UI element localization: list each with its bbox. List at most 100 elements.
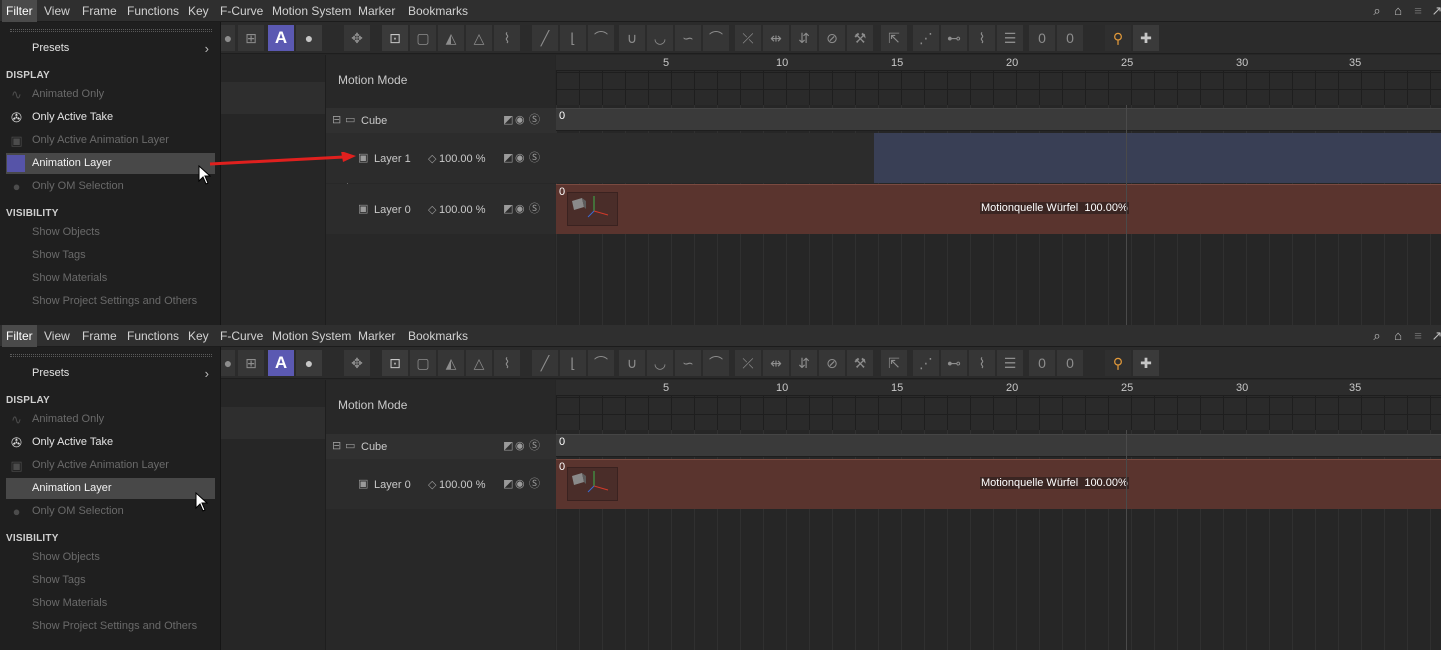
frame-selected-icon[interactable]: ▢	[410, 350, 436, 376]
layer0-weight[interactable]: 100.00 %	[439, 478, 485, 492]
ease-in-out-icon[interactable]: ∪	[619, 25, 645, 51]
key-lines-icon[interactable]: ☰	[997, 350, 1023, 376]
solo-icon[interactable]: Ⓢ	[529, 151, 540, 165]
menu-f-curve[interactable]: F-Curve	[216, 0, 267, 22]
timeline-area[interactable]: 5 10 15 20 25 30 35 0 0 Motionquelle Wür…	[556, 380, 1441, 650]
break-tangent-icon[interactable]: ⤫	[735, 25, 761, 51]
unify-icon[interactable]: ⊘	[819, 25, 845, 51]
tree-row-cube[interactable]: ⊟ ▭ Cube ◩ ◉ Ⓢ	[326, 434, 556, 459]
eraser-icon[interactable]: ◭	[438, 25, 464, 51]
track-layer0[interactable]: 0 Motionquelle Würfel 100.00%	[556, 184, 1441, 234]
lock-value-icon[interactable]: ⇵	[791, 350, 817, 376]
hammer-icon[interactable]: ⚒	[847, 350, 873, 376]
lock-tangent-icon[interactable]: ⇹	[763, 25, 789, 51]
collapse-icon[interactable]: ⊟	[332, 113, 341, 127]
collapse-icon[interactable]: ⊟	[332, 439, 341, 453]
track-cube[interactable]: 0	[556, 434, 1441, 457]
edit-icon[interactable]: ◩	[503, 113, 513, 127]
menu-marker[interactable]: Marker	[354, 325, 399, 347]
step-curve-icon[interactable]: ⌊	[560, 25, 586, 51]
filter-icon[interactable]: ≡	[1410, 3, 1426, 19]
edit-icon[interactable]: ◩	[503, 439, 513, 453]
unify-icon[interactable]: ⊘	[819, 350, 845, 376]
menu-functions[interactable]: Functions	[123, 0, 183, 22]
triangle-icon[interactable]: △	[466, 350, 492, 376]
home-icon[interactable]: ⌂	[1390, 328, 1406, 344]
track-layer1[interactable]	[556, 133, 1441, 183]
hammer-icon[interactable]: ⚒	[847, 25, 873, 51]
hierarchy-icon[interactable]: ⊞	[238, 25, 264, 51]
menu-motion-system[interactable]: Motion System	[268, 325, 355, 347]
frame-all-icon[interactable]: ⊡	[382, 350, 408, 376]
move-icon[interactable]: ✥	[344, 25, 370, 51]
ease-in-icon[interactable]: ⌒	[703, 350, 729, 376]
menu-item-only-active-take[interactable]: ✇ Only Active Take	[6, 107, 215, 128]
menu-item-show-materials[interactable]: Show Materials	[6, 593, 215, 614]
menu-f-curve[interactable]: F-Curve	[216, 325, 267, 347]
new-window-icon[interactable]: ↗	[1429, 328, 1441, 344]
menu-filter[interactable]: Filter	[2, 325, 37, 347]
menu-view[interactable]: View	[40, 325, 74, 347]
zero-length-icon[interactable]: 0	[1057, 350, 1083, 376]
sphere-icon[interactable]: ●	[221, 25, 235, 51]
menu-item-only-active-take[interactable]: ✇ Only Active Take	[6, 432, 215, 453]
ease-curve-icon[interactable]: ⌒	[588, 350, 614, 376]
menu-item-show-tags[interactable]: Show Tags	[6, 570, 215, 591]
break-tangent-icon[interactable]: ⤫	[735, 350, 761, 376]
menu-item-presets[interactable]: Presets ›	[6, 363, 215, 384]
edit-icon[interactable]: ◩	[503, 202, 513, 216]
search-icon[interactable]: ⌕	[1369, 3, 1385, 19]
layer1-band[interactable]	[874, 133, 1441, 183]
key-reduce-icon[interactable]: ⋰	[913, 350, 939, 376]
hierarchy-icon[interactable]: ⊞	[238, 350, 264, 376]
zero-length-icon[interactable]: 0	[1057, 25, 1083, 51]
frame-all-icon[interactable]: ⊡	[382, 25, 408, 51]
menu-bookmarks[interactable]: Bookmarks	[404, 325, 472, 347]
menu-key[interactable]: Key	[184, 0, 213, 22]
key-range-icon[interactable]: ⊷	[941, 350, 967, 376]
add-marker-icon[interactable]: ✚	[1133, 350, 1159, 376]
ease-in-icon[interactable]: ⌒	[703, 25, 729, 51]
search-icon[interactable]: ⌕	[1369, 328, 1385, 344]
menu-item-presets[interactable]: Presets ›	[6, 38, 215, 59]
solo-icon[interactable]: Ⓢ	[529, 439, 540, 453]
menu-item-only-active-animation-layer[interactable]: ▣ Only Active Animation Layer	[6, 130, 215, 151]
menu-item-animated-only[interactable]: ∿ Animated Only	[6, 409, 215, 430]
frame-selected-icon[interactable]: ▢	[410, 25, 436, 51]
menu-item-show-project-settings[interactable]: Show Project Settings and Others	[6, 616, 215, 637]
spline-icon[interactable]: ∽	[675, 350, 701, 376]
animation-mode-a-button[interactable]: A	[268, 25, 294, 51]
clip-label[interactable]: Motionquelle Würfel 100.00%	[980, 477, 1129, 489]
menu-item-only-om-selection[interactable]: ● Only OM Selection	[6, 176, 215, 197]
tree-row-layer1[interactable]: ▣ Layer 1 ◇ 100.00 % ◩ ◉ Ⓢ	[326, 133, 556, 183]
menu-motion-system[interactable]: Motion System	[268, 0, 355, 22]
broom-icon[interactable]: ⌇	[494, 25, 520, 51]
track-layer0[interactable]: 0 Motionquelle Würfel 100.00%	[556, 459, 1441, 509]
linear-curve-icon[interactable]: ╱	[532, 350, 558, 376]
menu-bookmarks[interactable]: Bookmarks	[404, 0, 472, 22]
add-marker-icon[interactable]: ✚	[1133, 25, 1159, 51]
solo-icon[interactable]: Ⓢ	[529, 477, 540, 491]
key-lines-icon[interactable]: ☰	[997, 25, 1023, 51]
tear-off-grip[interactable]	[10, 29, 212, 32]
layer1-weight[interactable]: 100.00 %	[439, 152, 485, 166]
menu-item-animation-layer[interactable]: Animation Layer	[6, 153, 215, 174]
visibility-eye-icon[interactable]: ◉	[515, 151, 525, 165]
menu-marker[interactable]: Marker	[354, 0, 399, 22]
menu-frame[interactable]: Frame	[78, 0, 121, 22]
menu-item-show-project-settings[interactable]: Show Project Settings and Others	[6, 291, 215, 312]
linear-curve-icon[interactable]: ╱	[532, 25, 558, 51]
menu-item-show-objects[interactable]: Show Objects	[6, 222, 215, 243]
ease-in-out-icon[interactable]: ∪	[619, 350, 645, 376]
menu-item-show-materials[interactable]: Show Materials	[6, 268, 215, 289]
menu-item-animation-layer[interactable]: Animation Layer	[6, 478, 215, 499]
snap-icon[interactable]: ⇱	[881, 25, 907, 51]
menu-item-show-objects[interactable]: Show Objects	[6, 547, 215, 568]
broom-icon[interactable]: ⌇	[494, 350, 520, 376]
motion-path-icon[interactable]: ⌇	[969, 25, 995, 51]
visibility-eye-icon[interactable]: ◉	[515, 439, 525, 453]
motion-path-icon[interactable]: ⌇	[969, 350, 995, 376]
tear-off-grip[interactable]	[10, 354, 212, 357]
visibility-eye-icon[interactable]: ◉	[515, 113, 525, 127]
track-cube[interactable]: 0	[556, 108, 1441, 131]
